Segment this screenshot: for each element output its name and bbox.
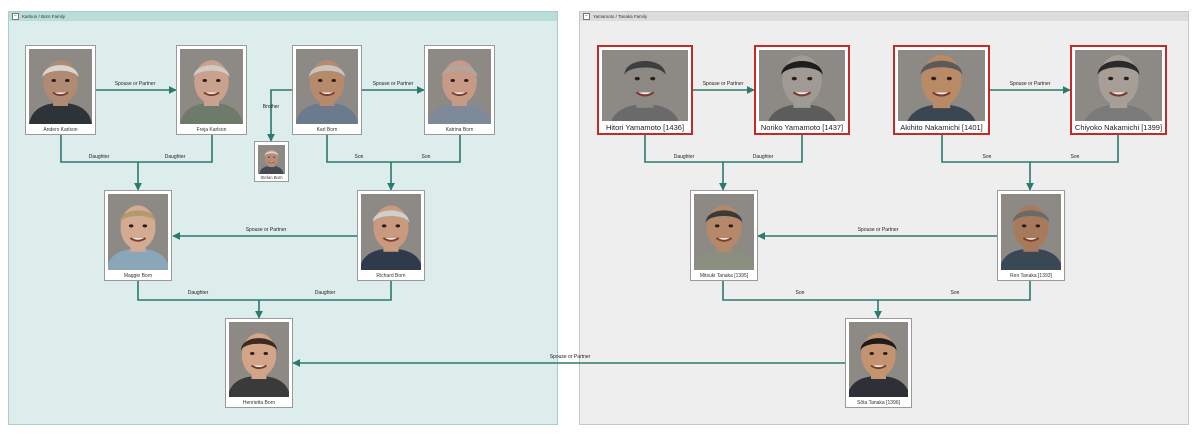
person-name: Mitsuki Tanaka [1395] xyxy=(699,273,749,279)
edge-label: Daughter xyxy=(188,290,209,296)
person-name: Ren Tanaka [1393] xyxy=(1010,273,1052,279)
portrait-photo xyxy=(602,50,688,121)
portrait-photo xyxy=(1075,50,1162,121)
edge-label: Son xyxy=(951,290,960,296)
portrait-photo xyxy=(849,322,908,397)
person-name: Maggie Born xyxy=(123,273,153,279)
portrait-photo xyxy=(258,145,285,174)
person-name: Karl Born xyxy=(316,127,338,133)
person-card-ren[interactable]: Ren Tanaka [1393] xyxy=(997,190,1065,281)
edge-label: Spouse or Partner xyxy=(703,81,744,87)
portrait-photo xyxy=(29,49,92,124)
edge-label: Daughter xyxy=(315,290,336,296)
person-card-anders[interactable]: Anders Karlson xyxy=(25,45,96,135)
person-card-hitori[interactable]: Hitori Yamamoto [1436] xyxy=(597,45,693,135)
person-name: Akihito Nakamichi [1401] xyxy=(900,123,983,132)
person-card-noriko[interactable]: Noriko Yamamoto [1437] xyxy=(754,45,850,135)
person-card-maggie[interactable]: Maggie Born xyxy=(104,190,172,281)
edge-label: Daughter xyxy=(674,154,695,160)
person-name: Katrina Born xyxy=(445,127,474,133)
person-name: Sōta Tanaka [1396] xyxy=(857,400,900,406)
person-card-richard[interactable]: Richard Born xyxy=(357,190,425,281)
edge-label: Spouse or Partner xyxy=(373,81,414,87)
person-card-katrina[interactable]: Katrina Born xyxy=(424,45,495,135)
edge-anders-freja-to-maggie xyxy=(60,135,213,190)
person-name: Stefan Born xyxy=(260,175,283,180)
portrait-photo xyxy=(361,194,421,270)
portrait-photo xyxy=(428,49,491,124)
person-name: Freja Karlson xyxy=(196,127,227,133)
person-card-karl[interactable]: Karl Born xyxy=(292,45,362,135)
edge-akihito-chiyoko-to-ren xyxy=(941,135,1119,190)
person-card-akihito[interactable]: Akihito Nakamichi [1401] xyxy=(893,45,990,135)
person-card-chiyoko[interactable]: Chiyoko Nakamichi [1399] xyxy=(1070,45,1167,135)
portrait-photo xyxy=(180,49,243,124)
edge-label: Son xyxy=(422,154,431,160)
person-card-freja[interactable]: Freja Karlson xyxy=(176,45,247,135)
edge-label: Spouse or Partner xyxy=(550,354,591,360)
edge-label: Spouse or Partner xyxy=(246,227,287,233)
person-card-mitsuki[interactable]: Mitsuki Tanaka [1395] xyxy=(690,190,758,281)
edge-label: Son xyxy=(983,154,992,160)
edge-label: Spouse or Partner xyxy=(858,227,899,233)
person-name: Chiyoko Nakamichi [1399] xyxy=(1074,123,1163,132)
edge-label: Son xyxy=(355,154,364,160)
edge-label: Spouse or Partner xyxy=(1010,81,1051,87)
edge-label: Son xyxy=(1071,154,1080,160)
portrait-photo xyxy=(229,322,289,397)
edge-label: Brother xyxy=(263,104,280,110)
edge-hitori-noriko-to-mitsuki xyxy=(644,135,803,190)
person-card-stefan[interactable]: Stefan Born xyxy=(254,141,289,182)
portrait-photo xyxy=(108,194,168,270)
edge-mitsuki-ren-to-sota xyxy=(722,281,1031,318)
edge-karl-katrina-to-richard xyxy=(326,135,461,190)
edge-maggie-richard-to-henrietta xyxy=(137,281,392,318)
person-name: Noriko Yamamoto [1437] xyxy=(760,123,844,132)
portrait-photo xyxy=(694,194,754,270)
edge-label: Spouse or Partner xyxy=(115,81,156,87)
portrait-photo xyxy=(1001,194,1061,270)
person-name: Anders Karlson xyxy=(43,127,78,133)
edge-label: Son xyxy=(796,290,805,296)
person-name: Hitori Yamamoto [1436] xyxy=(605,123,685,132)
edge-label: Daughter xyxy=(165,154,186,160)
portrait-photo xyxy=(759,50,845,121)
person-name: Henrietta Born xyxy=(242,400,276,406)
person-name: Richard Born xyxy=(376,273,406,279)
edge-label: Daughter xyxy=(89,154,110,160)
person-card-sota[interactable]: Sōta Tanaka [1396] xyxy=(845,318,912,408)
person-card-henrietta[interactable]: Henrietta Born xyxy=(225,318,293,408)
portrait-photo xyxy=(898,50,985,121)
edge-label: Daughter xyxy=(753,154,774,160)
portrait-photo xyxy=(296,49,358,124)
edge-karl-stefan xyxy=(267,89,292,142)
